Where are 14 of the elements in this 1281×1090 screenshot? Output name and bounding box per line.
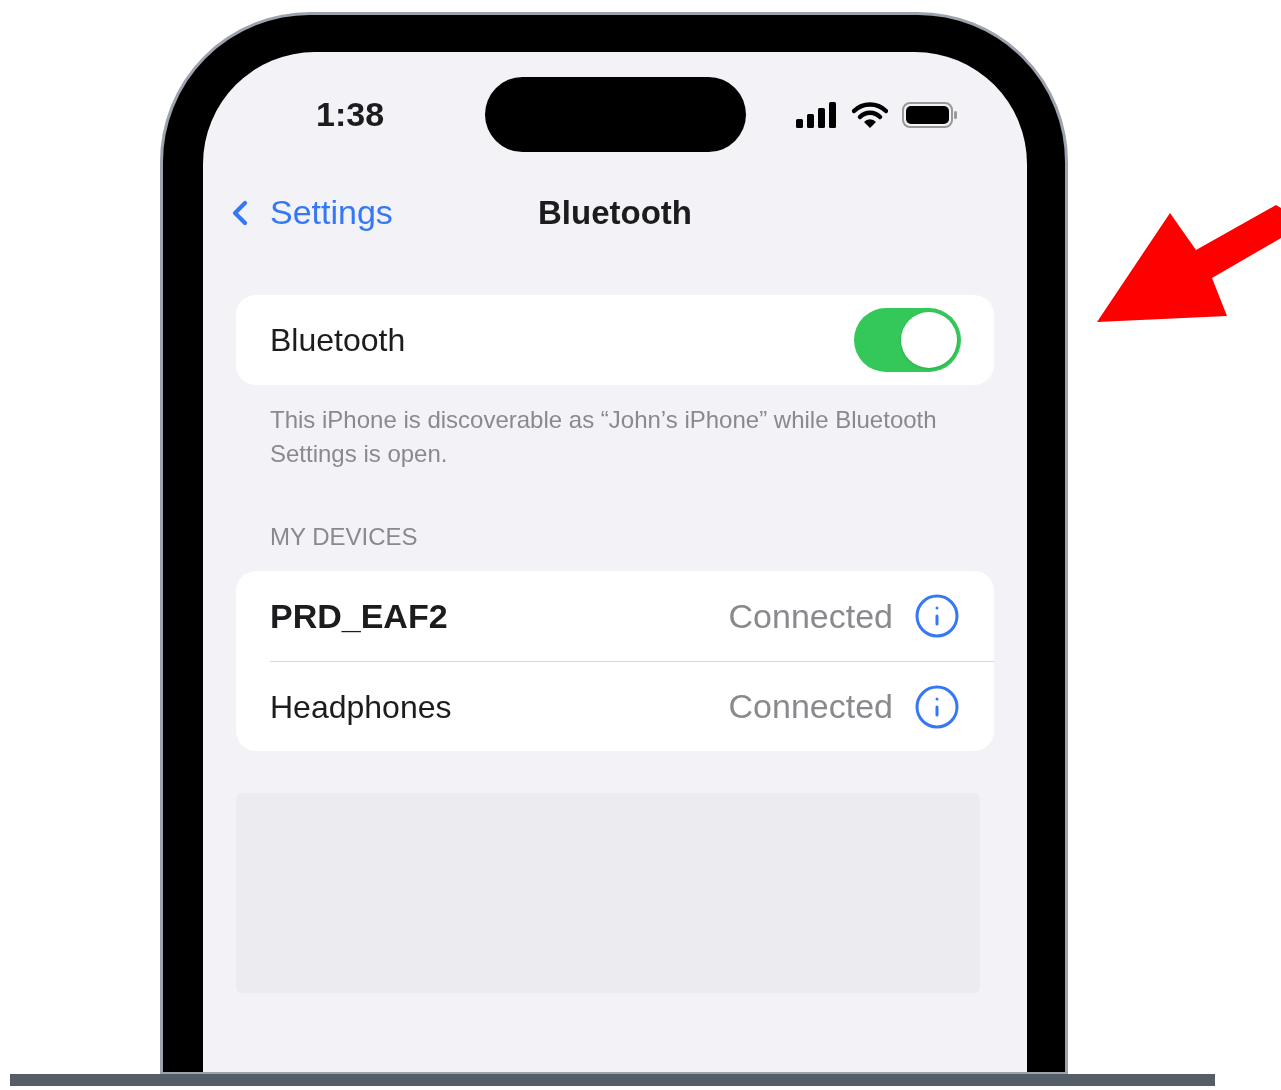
page-title: Bluetooth <box>538 192 692 233</box>
battery-icon <box>902 101 958 128</box>
section-header: MY DEVICES <box>269 522 419 552</box>
info-icon[interactable] <box>913 592 961 640</box>
back-link[interactable]: Settings <box>220 187 538 238</box>
wifi-icon <box>852 100 888 129</box>
device-status: Connected <box>728 595 893 637</box>
device-status: Connected <box>728 686 893 727</box>
footer-note: This iPhone is discoverable as “John’s iPhone” while Bluetooth Settings is open. <box>269 405 938 469</box>
status-time: 1:38 <box>316 94 386 135</box>
bluetooth-label: Bluetooth <box>270 321 406 360</box>
device-name[interactable]: Headphones <box>270 682 452 731</box>
signal-icon <box>796 101 838 128</box>
device-name[interactable]: PRD_EAF2 <box>270 590 448 642</box>
